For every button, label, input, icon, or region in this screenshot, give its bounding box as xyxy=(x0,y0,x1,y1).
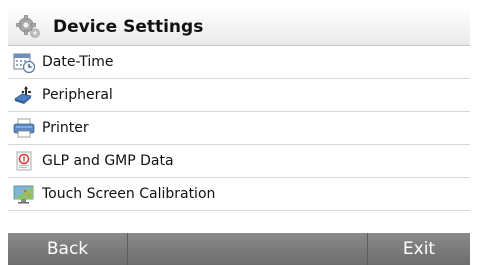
menu-item-peripheral[interactable]: Peripheral xyxy=(8,79,470,112)
menu-item-glp-gmp-data[interactable]: GLP and GMP Data xyxy=(8,145,470,178)
device-settings-screen: Device Settings Date-Time Peripheral Pri… xyxy=(0,0,479,265)
menu-item-label: Peripheral xyxy=(42,87,113,103)
page-header: Device Settings xyxy=(8,8,470,46)
page-title: Device Settings xyxy=(53,16,204,37)
back-button[interactable]: Back xyxy=(8,233,128,265)
footer-bar: Back Exit xyxy=(8,233,470,265)
menu-item-label: Date-Time xyxy=(42,54,114,70)
empty-softkey xyxy=(128,233,368,265)
gear-icon xyxy=(16,14,40,38)
menu-item-touch-screen-calibration[interactable]: Touch Screen Calibration xyxy=(8,178,470,211)
touchscreen-icon xyxy=(13,185,34,204)
usb-device-icon xyxy=(14,86,32,104)
menu-item-label: Touch Screen Calibration xyxy=(42,186,216,202)
settings-menu: Date-Time Peripheral Printer GLP and GMP… xyxy=(8,46,470,211)
report-icon xyxy=(16,151,32,171)
menu-item-printer[interactable]: Printer xyxy=(8,112,470,145)
printer-icon xyxy=(13,118,35,138)
menu-item-label: Printer xyxy=(42,120,89,136)
menu-item-label: GLP and GMP Data xyxy=(42,153,174,169)
calendar-clock-icon xyxy=(13,53,36,74)
exit-button[interactable]: Exit xyxy=(368,233,470,265)
menu-item-date-time[interactable]: Date-Time xyxy=(8,46,470,79)
